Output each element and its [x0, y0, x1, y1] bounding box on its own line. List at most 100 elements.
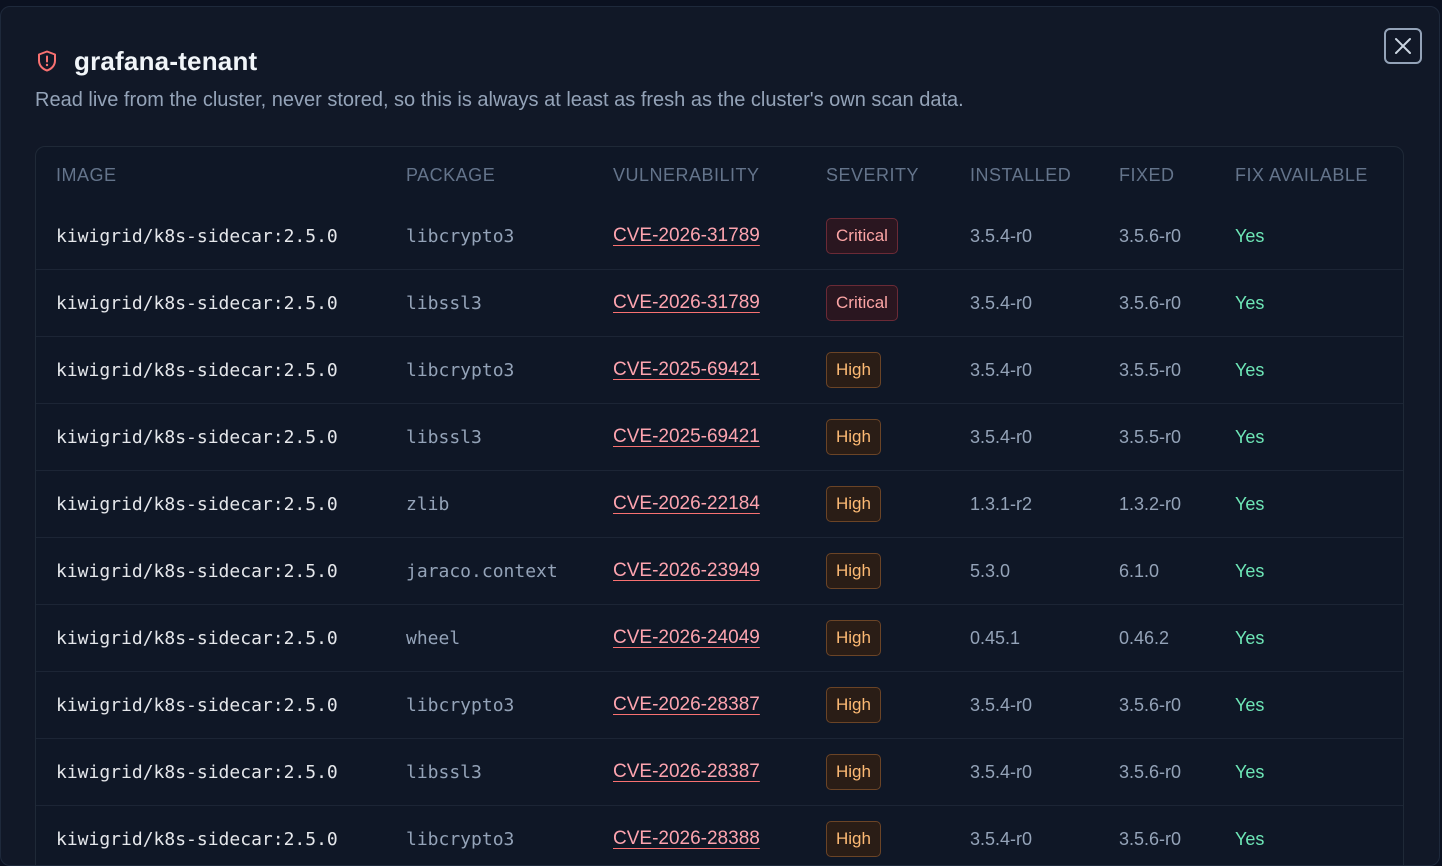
cell-installed: 3.5.4-r0 — [970, 404, 1119, 471]
cell-package: wheel — [406, 605, 613, 672]
table-row: kiwigrid/k8s-sidecar:2.5.0libcrypto3CVE-… — [36, 203, 1403, 270]
severity-badge: High — [826, 486, 881, 522]
cell-fixed: 1.3.2-r0 — [1119, 471, 1235, 538]
cell-package: libcrypto3 — [406, 203, 613, 270]
cell-package: libcrypto3 — [406, 337, 613, 404]
cell-fix-available: Yes — [1235, 203, 1403, 270]
cell-package: zlib — [406, 471, 613, 538]
cell-fix-available: Yes — [1235, 337, 1403, 404]
cell-package: libcrypto3 — [406, 672, 613, 739]
severity-badge: High — [826, 620, 881, 656]
cell-package: libssl3 — [406, 404, 613, 471]
cve-link[interactable]: CVE-2026-24049 — [613, 627, 760, 648]
cve-link[interactable]: CVE-2025-69421 — [613, 359, 760, 380]
cve-link[interactable]: CVE-2026-22184 — [613, 493, 760, 514]
cve-link[interactable]: CVE-2026-31789 — [613, 292, 760, 313]
cell-severity: High — [826, 806, 970, 866]
table-header-row: IMAGE PACKAGE VULNERABILITY SEVERITY INS… — [36, 147, 1403, 203]
cve-link[interactable]: CVE-2026-28387 — [613, 694, 760, 715]
dialog-title: grafana-tenant — [74, 46, 257, 77]
severity-badge: Critical — [826, 218, 898, 254]
close-button[interactable] — [1384, 28, 1422, 64]
cell-fixed: 3.5.6-r0 — [1119, 806, 1235, 866]
column-header-package: PACKAGE — [406, 147, 613, 203]
cell-image: kiwigrid/k8s-sidecar:2.5.0 — [36, 404, 406, 471]
close-icon — [1393, 36, 1413, 56]
cell-installed: 3.5.4-r0 — [970, 337, 1119, 404]
column-header-vulnerability: VULNERABILITY — [613, 147, 826, 203]
cell-severity: High — [826, 605, 970, 672]
cell-image: kiwigrid/k8s-sidecar:2.5.0 — [36, 806, 406, 866]
cve-link[interactable]: CVE-2026-23949 — [613, 560, 760, 581]
cell-severity: Critical — [826, 270, 970, 337]
cell-image: kiwigrid/k8s-sidecar:2.5.0 — [36, 605, 406, 672]
cell-installed: 3.5.4-r0 — [970, 270, 1119, 337]
column-header-image: IMAGE — [36, 147, 406, 203]
cell-severity: High — [826, 471, 970, 538]
cell-vulnerability: CVE-2025-69421 — [613, 337, 826, 404]
cell-package: jaraco.context — [406, 538, 613, 605]
cell-severity: High — [826, 538, 970, 605]
cve-link[interactable]: CVE-2026-28388 — [613, 828, 760, 849]
cell-package: libssl3 — [406, 270, 613, 337]
cell-fix-available: Yes — [1235, 605, 1403, 672]
column-header-severity: SEVERITY — [826, 147, 970, 203]
cell-severity: High — [826, 739, 970, 806]
cell-installed: 3.5.4-r0 — [970, 203, 1119, 270]
cell-vulnerability: CVE-2026-31789 — [613, 203, 826, 270]
severity-badge: High — [826, 419, 881, 455]
severity-badge: High — [826, 754, 881, 790]
cell-severity: Critical — [826, 203, 970, 270]
cell-installed: 0.45.1 — [970, 605, 1119, 672]
cve-link[interactable]: CVE-2025-69421 — [613, 426, 760, 447]
cell-package: libcrypto3 — [406, 806, 613, 866]
cell-image: kiwigrid/k8s-sidecar:2.5.0 — [36, 270, 406, 337]
cell-installed: 1.3.1-r2 — [970, 471, 1119, 538]
table-row: kiwigrid/k8s-sidecar:2.5.0zlibCVE-2026-2… — [36, 471, 1403, 538]
cell-image: kiwigrid/k8s-sidecar:2.5.0 — [36, 739, 406, 806]
cell-severity: High — [826, 404, 970, 471]
table-body: kiwigrid/k8s-sidecar:2.5.0libcrypto3CVE-… — [36, 203, 1403, 866]
cell-fixed: 3.5.6-r0 — [1119, 270, 1235, 337]
table-row: kiwigrid/k8s-sidecar:2.5.0libssl3CVE-202… — [36, 739, 1403, 806]
dialog-header: grafana-tenant — [35, 43, 257, 79]
shield-alert-icon — [35, 49, 59, 73]
vulnerability-table: IMAGE PACKAGE VULNERABILITY SEVERITY INS… — [36, 147, 1403, 866]
column-header-fix-available: FIX AVAILABLE — [1235, 147, 1403, 203]
cell-vulnerability: CVE-2026-28387 — [613, 739, 826, 806]
cell-severity: High — [826, 337, 970, 404]
dialog-subtitle: Read live from the cluster, never stored… — [35, 89, 964, 112]
cell-fixed: 3.5.6-r0 — [1119, 672, 1235, 739]
cell-fix-available: Yes — [1235, 739, 1403, 806]
table-row: kiwigrid/k8s-sidecar:2.5.0libcrypto3CVE-… — [36, 337, 1403, 404]
cve-link[interactable]: CVE-2026-28387 — [613, 761, 760, 782]
cell-fix-available: Yes — [1235, 538, 1403, 605]
cell-vulnerability: CVE-2025-69421 — [613, 404, 826, 471]
cve-link[interactable]: CVE-2026-31789 — [613, 225, 760, 246]
vulnerability-table-container[interactable]: IMAGE PACKAGE VULNERABILITY SEVERITY INS… — [35, 146, 1404, 866]
vulnerability-dialog: grafana-tenant Read live from the cluste… — [0, 6, 1440, 866]
cell-fix-available: Yes — [1235, 672, 1403, 739]
cell-image: kiwigrid/k8s-sidecar:2.5.0 — [36, 471, 406, 538]
cell-vulnerability: CVE-2026-24049 — [613, 605, 826, 672]
cell-vulnerability: CVE-2026-22184 — [613, 471, 826, 538]
cell-image: kiwigrid/k8s-sidecar:2.5.0 — [36, 672, 406, 739]
cell-fixed: 0.46.2 — [1119, 605, 1235, 672]
cell-installed: 5.3.0 — [970, 538, 1119, 605]
cell-fix-available: Yes — [1235, 270, 1403, 337]
severity-badge: Critical — [826, 285, 898, 321]
cell-vulnerability: CVE-2026-23949 — [613, 538, 826, 605]
column-header-installed: INSTALLED — [970, 147, 1119, 203]
cell-image: kiwigrid/k8s-sidecar:2.5.0 — [36, 538, 406, 605]
cell-fixed: 6.1.0 — [1119, 538, 1235, 605]
severity-badge: High — [826, 821, 881, 857]
cell-fix-available: Yes — [1235, 471, 1403, 538]
table-row: kiwigrid/k8s-sidecar:2.5.0libssl3CVE-202… — [36, 404, 1403, 471]
cell-fix-available: Yes — [1235, 806, 1403, 866]
cell-installed: 3.5.4-r0 — [970, 672, 1119, 739]
cell-fixed: 3.5.6-r0 — [1119, 203, 1235, 270]
cell-severity: High — [826, 672, 970, 739]
cell-installed: 3.5.4-r0 — [970, 806, 1119, 866]
table-row: kiwigrid/k8s-sidecar:2.5.0wheelCVE-2026-… — [36, 605, 1403, 672]
cell-vulnerability: CVE-2026-31789 — [613, 270, 826, 337]
